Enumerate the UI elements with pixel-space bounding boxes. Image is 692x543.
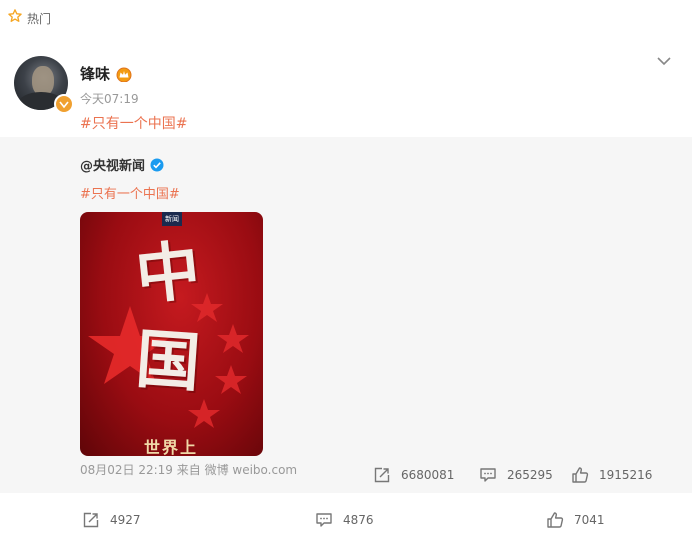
crown-vip-icon xyxy=(115,66,133,82)
comment-button[interactable]: 4876 xyxy=(315,511,374,529)
star-outline-icon xyxy=(7,8,23,28)
original-comment-count: 265295 xyxy=(507,468,553,482)
post-actions: 4927 4876 7041 xyxy=(0,511,692,531)
poster-character-1: 中 xyxy=(132,232,204,315)
author-name[interactable]: 锋味 xyxy=(80,63,110,84)
original-topic-link[interactable]: #只有一个中国# xyxy=(80,183,180,202)
post-author: 锋味 xyxy=(80,63,133,84)
original-repost-count: 6680081 xyxy=(401,468,455,482)
post-topic-link[interactable]: #只有一个中国# xyxy=(80,113,187,133)
poster-character-2: 国 xyxy=(133,321,203,402)
original-like-count: 1915216 xyxy=(599,468,653,482)
original-author-name[interactable]: @央视新闻 xyxy=(80,155,145,174)
original-post-actions: 6680081 265295 1915216 xyxy=(0,466,692,486)
comment-count: 4876 xyxy=(343,513,374,527)
comment-icon xyxy=(479,466,497,484)
poster-subline: 世界上 xyxy=(144,438,199,456)
like-icon xyxy=(546,511,564,529)
chevron-down-icon[interactable] xyxy=(656,52,672,66)
repost-count: 4927 xyxy=(110,513,141,527)
verified-icon xyxy=(150,158,164,172)
news-logo: 新闻 xyxy=(162,212,182,226)
original-repost-button[interactable]: 6680081 xyxy=(373,466,454,484)
repost-block: @央视新闻 #只有一个中国# 新闻 中 国 世界上 08月02日 22:19 来… xyxy=(0,137,692,493)
original-author: @央视新闻 xyxy=(80,155,164,174)
hot-tag[interactable]: 热门 xyxy=(7,8,51,28)
like-icon xyxy=(571,466,589,484)
original-like-button[interactable]: 1915216 xyxy=(571,466,652,484)
repost-icon xyxy=(82,511,100,529)
post-time[interactable]: 今天07:19 xyxy=(80,90,139,107)
hot-tag-label: 热门 xyxy=(27,11,52,26)
weibo-feed-card: 热门 锋味 今天07:19 #只有一个中国# @央视新闻 #只有一个中国# 新闻… xyxy=(0,0,692,543)
repost-button[interactable]: 4927 xyxy=(82,511,141,529)
repost-icon xyxy=(373,466,391,484)
comment-icon xyxy=(315,511,333,529)
verified-badge-icon xyxy=(54,94,74,114)
original-comment-button[interactable]: 265295 xyxy=(479,466,553,484)
like-button[interactable]: 7041 xyxy=(546,511,605,529)
post-image[interactable]: 新闻 中 国 世界上 xyxy=(80,212,263,456)
like-count: 7041 xyxy=(574,513,605,527)
